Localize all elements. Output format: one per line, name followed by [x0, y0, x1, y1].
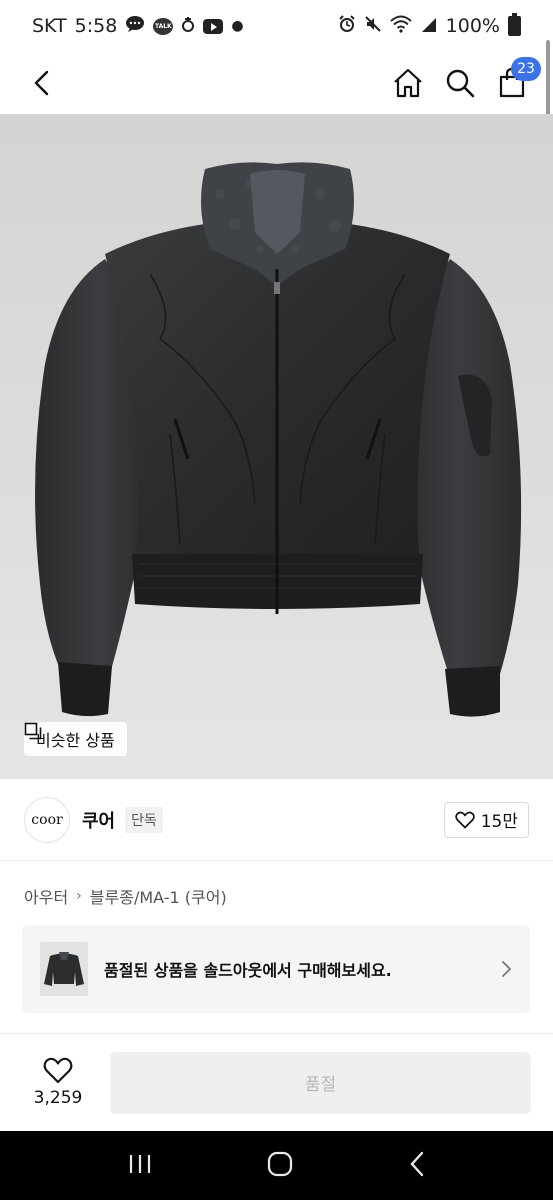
cart-count-badge: 23: [511, 57, 541, 81]
app-notification-icon: [181, 15, 195, 37]
search-button[interactable]: [441, 63, 479, 103]
chat-notification-icon: [125, 15, 145, 37]
system-back-button[interactable]: [409, 1151, 425, 1181]
more-notifications-dot-icon: ●: [231, 18, 244, 34]
status-bar: SKT 5:58 TALK ● 100%: [0, 0, 553, 52]
clock: 5:58: [74, 15, 118, 37]
recents-icon: [129, 1154, 150, 1173]
breadcrumb: 아우터 › 블루종/MA-1 (쿠어): [24, 884, 227, 908]
favorite-button[interactable]: 3,259: [22, 1057, 94, 1108]
soldout-thumbnail: [40, 942, 88, 996]
screen: SKT 5:58 TALK ● 100% 23 비슷한 상품 coor 쿠어 단…: [0, 0, 553, 1200]
status-left: SKT 5:58 TALK ●: [32, 15, 244, 37]
battery-percent: 100%: [445, 15, 500, 37]
mute-icon: [364, 15, 382, 38]
home-button[interactable]: [389, 63, 427, 103]
recents-button[interactable]: [128, 1153, 152, 1179]
system-home-button[interactable]: [267, 1151, 293, 1181]
heart-icon: [454, 811, 475, 828]
home-icon: [394, 68, 422, 98]
soldout-promo-text: 품절된 상품을 솔드아웃에서 구매해보세요.: [104, 961, 392, 980]
cart-button[interactable]: 23: [493, 57, 541, 103]
soldout-promo-card[interactable]: 품절된 상품을 솔드아웃에서 구매해보세요.: [22, 925, 530, 1013]
kakaotalk-icon: TALK: [153, 17, 174, 35]
app-header: 23: [0, 52, 553, 114]
alarm-icon: [338, 14, 356, 38]
search-icon: [446, 69, 475, 98]
breadcrumb-item-outer[interactable]: 아우터: [24, 884, 68, 908]
brand-name[interactable]: 쿠어: [82, 807, 115, 833]
product-image[interactable]: 비슷한 상품: [0, 114, 553, 779]
brand-like-count: 15만: [480, 812, 518, 832]
status-right: 100%: [338, 13, 521, 38]
heart-icon: [43, 1057, 73, 1084]
similar-products-label: 비슷한 상품: [36, 731, 115, 750]
exclusive-badge: 단독: [125, 806, 163, 833]
wifi-icon: [390, 15, 412, 38]
battery-icon: [508, 13, 521, 36]
header-actions: 23: [389, 57, 541, 103]
soldout-button[interactable]: 품절: [110, 1051, 531, 1114]
home-circle-icon: [268, 1151, 293, 1176]
back-icon: [34, 70, 49, 96]
back-button[interactable]: [22, 63, 62, 103]
brand-row: coor 쿠어 단독 15만: [0, 779, 553, 861]
breadcrumb-separator-icon: ›: [76, 888, 82, 904]
favorite-count: 3,259: [33, 1088, 83, 1108]
bottom-action-bar: 3,259 품절: [0, 1033, 553, 1131]
breadcrumb-item-blouson[interactable]: 블루종/MA-1 (쿠어): [90, 884, 227, 908]
nav-back-icon: [410, 1151, 424, 1176]
youtube-icon: [203, 18, 224, 34]
carrier: SKT: [32, 15, 67, 37]
brand-logo[interactable]: coor: [24, 796, 70, 843]
chevron-right-icon: [502, 961, 512, 977]
jacket-illustration: [35, 162, 522, 717]
scrollbar-thumb[interactable]: [546, 40, 550, 120]
signal-icon: [420, 15, 438, 38]
similar-products-button[interactable]: 비슷한 상품: [24, 722, 127, 756]
similar-icon: [24, 722, 42, 740]
brand-like-button[interactable]: 15만: [443, 801, 529, 838]
system-navigation-bar: [0, 1131, 553, 1200]
